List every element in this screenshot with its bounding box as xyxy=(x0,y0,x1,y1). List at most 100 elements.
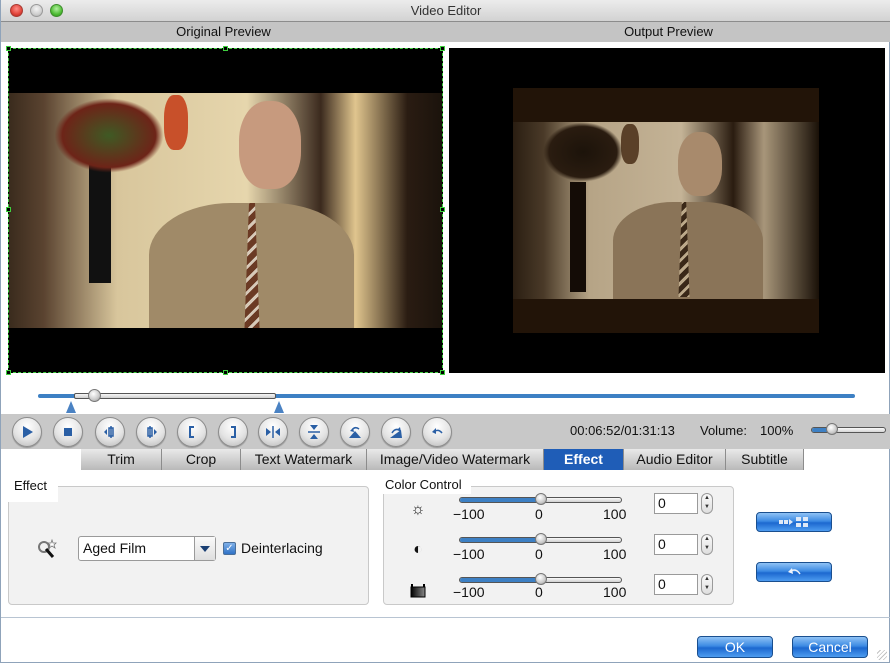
contrast-icon: ◐ xyxy=(413,541,423,558)
apply-to-all-button[interactable] xyxy=(756,512,832,532)
volume-label: Volume: xyxy=(700,423,747,438)
step-forward-icon xyxy=(147,426,157,438)
brightness-mid-label: 0 xyxy=(535,506,543,522)
output-video-frame xyxy=(513,122,819,299)
brightness-input[interactable]: 0 xyxy=(654,493,698,514)
apply-to-all-icon xyxy=(779,517,808,527)
contrast-mid-label: 0 xyxy=(535,546,543,562)
undo-icon xyxy=(432,428,443,434)
volume-value: 100% xyxy=(760,423,794,438)
saturation-input[interactable]: 0 xyxy=(654,574,698,595)
playback-toolbar xyxy=(1,414,890,449)
brightness-stepper[interactable]: ▲ ▼ xyxy=(701,493,713,514)
close-window-button[interactable] xyxy=(10,4,23,17)
crop-handle[interactable] xyxy=(6,46,11,51)
crop-handle[interactable] xyxy=(440,46,445,51)
effect-select[interactable]: Aged Film xyxy=(78,536,216,561)
original-video-frame xyxy=(9,93,442,328)
tab-subtitle[interactable]: Subtitle xyxy=(726,449,804,470)
set-end-button[interactable] xyxy=(218,417,248,447)
crop-handle[interactable] xyxy=(440,370,445,375)
undo-button[interactable] xyxy=(422,417,452,447)
crop-handle[interactable] xyxy=(6,370,11,375)
crop-handle[interactable] xyxy=(223,46,228,51)
crop-handle[interactable] xyxy=(6,207,11,212)
output-preview-label: Output Preview xyxy=(446,22,890,42)
contrast-stepper[interactable]: ▲ ▼ xyxy=(701,534,713,555)
flip-vertical-button[interactable] xyxy=(299,417,329,447)
deinterlacing-label[interactable]: Deinterlacing xyxy=(241,540,323,556)
rotate-left-button[interactable] xyxy=(340,417,370,447)
title-bar: Video Editor xyxy=(1,0,890,22)
color-control-label: Color Control xyxy=(379,476,471,494)
original-preview[interactable] xyxy=(6,46,445,375)
contrast-min-label: −100 xyxy=(453,546,485,562)
next-frame-button[interactable] xyxy=(136,417,166,447)
brightness-max-label: 100 xyxy=(603,506,627,522)
magic-wand-icon xyxy=(38,538,57,558)
timeline-selection[interactable] xyxy=(74,393,276,399)
play-icon xyxy=(23,426,33,438)
left-bracket-icon xyxy=(189,426,194,438)
tab-effect[interactable]: Effect xyxy=(544,449,624,470)
ok-button[interactable]: OK xyxy=(697,636,773,658)
crop-handle[interactable] xyxy=(223,370,228,375)
brightness-icon: ☼ xyxy=(410,501,426,518)
saturation-mid-label: 0 xyxy=(535,584,543,600)
rotate-left-icon xyxy=(349,426,361,438)
chevron-down-icon[interactable] xyxy=(194,537,215,560)
reset-button[interactable] xyxy=(756,562,832,582)
contrast-fill xyxy=(460,538,541,542)
tab-audio-editor[interactable]: Audio Editor xyxy=(624,449,726,470)
tab-text-watermark[interactable]: Text Watermark xyxy=(241,449,367,470)
brightness-fill xyxy=(460,498,541,502)
right-bracket-icon xyxy=(231,426,236,438)
stop-icon xyxy=(64,428,72,436)
footer-divider xyxy=(1,617,890,618)
step-back-icon xyxy=(104,426,114,438)
end-marker[interactable] xyxy=(274,401,284,413)
window-title: Video Editor xyxy=(410,3,482,18)
minimize-window-button[interactable] xyxy=(30,4,43,17)
saturation-max-label: 100 xyxy=(603,584,627,600)
zoom-window-button[interactable] xyxy=(50,4,63,17)
resize-grip[interactable] xyxy=(877,650,887,660)
saturation-min-label: −100 xyxy=(453,584,485,600)
video-editor-window: Video Editor Original Preview Output Pre… xyxy=(0,0,890,663)
reset-icon xyxy=(788,568,801,575)
playhead-handle[interactable] xyxy=(88,389,101,402)
brightness-min-label: −100 xyxy=(453,506,485,522)
deinterlacing-checkbox[interactable]: ✓ xyxy=(223,542,236,555)
cancel-button[interactable]: Cancel xyxy=(792,636,868,658)
prev-frame-button[interactable] xyxy=(95,417,125,447)
flip-horizontal-button[interactable] xyxy=(258,417,288,447)
contrast-knob[interactable] xyxy=(534,533,547,545)
crop-handle[interactable] xyxy=(440,207,445,212)
stop-button[interactable] xyxy=(53,417,83,447)
set-start-button[interactable] xyxy=(177,417,207,447)
original-preview-label: Original Preview xyxy=(1,22,446,42)
saturation-stepper[interactable]: ▲ ▼ xyxy=(701,574,713,595)
rotate-right-button[interactable] xyxy=(381,417,411,447)
saturation-icon xyxy=(410,584,426,598)
tab-image-video-watermark[interactable]: Image/Video Watermark xyxy=(367,449,544,470)
saturation-slider[interactable] xyxy=(459,573,622,585)
flip-vertical-icon xyxy=(308,425,320,439)
aged-film-frame xyxy=(513,88,819,333)
contrast-slider[interactable] xyxy=(459,533,622,545)
flip-horizontal-icon xyxy=(266,426,280,438)
effect-select-value: Aged Film xyxy=(83,540,147,556)
contrast-input[interactable]: 0 xyxy=(654,534,698,555)
play-button[interactable] xyxy=(12,417,42,447)
editor-tabs: Trim Crop Text Watermark Image/Video Wat… xyxy=(81,449,804,470)
saturation-fill xyxy=(460,578,541,582)
tab-crop[interactable]: Crop xyxy=(162,449,241,470)
tab-trim[interactable]: Trim xyxy=(81,449,162,470)
output-preview xyxy=(449,48,885,373)
brightness-slider[interactable] xyxy=(459,493,622,505)
volume-slider[interactable] xyxy=(811,423,886,435)
start-marker[interactable] xyxy=(66,401,76,413)
rotate-right-icon xyxy=(390,427,402,438)
contrast-max-label: 100 xyxy=(603,546,627,562)
brightness-knob[interactable] xyxy=(534,493,547,505)
